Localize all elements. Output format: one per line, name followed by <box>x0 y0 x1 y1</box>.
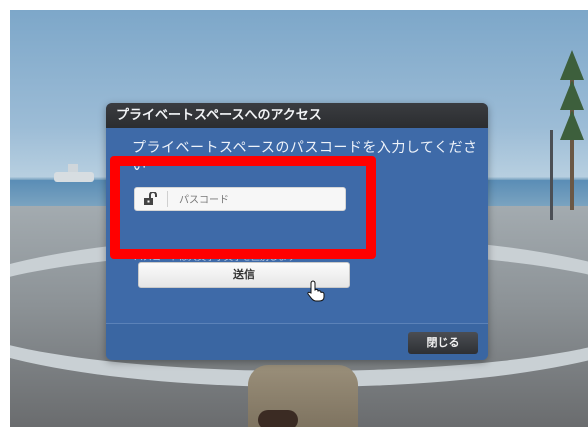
dialog-footer: 閉じる <box>106 323 488 360</box>
ship <box>54 164 94 182</box>
avatar-shoe <box>258 410 298 427</box>
tree <box>560 110 584 140</box>
dialog-title: プライベートスペースへのアクセス <box>106 103 488 128</box>
lamp-post <box>550 130 553 220</box>
close-button[interactable]: 閉じる <box>408 332 478 354</box>
hand-pointer-icon <box>307 280 325 302</box>
red-highlight-annotation <box>110 156 376 259</box>
tree <box>560 50 584 80</box>
tree <box>560 80 584 110</box>
